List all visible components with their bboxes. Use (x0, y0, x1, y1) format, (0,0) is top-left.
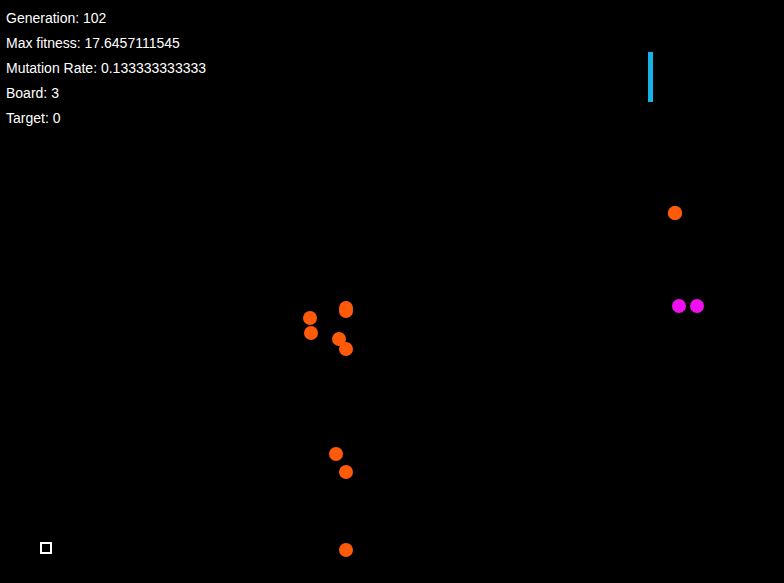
agent (690, 299, 704, 313)
hud-line: Mutation Rate: 0.133333333333 (6, 56, 784, 81)
agent (339, 543, 353, 557)
agent (329, 447, 343, 461)
agent (339, 342, 353, 356)
hud-line: Board: 3 (6, 81, 784, 106)
agent (304, 326, 318, 340)
agent (672, 299, 686, 313)
agent (668, 206, 682, 220)
game-board: Generation: 102Max fitness: 17.645711154… (0, 0, 784, 583)
agent (303, 311, 317, 325)
agent (339, 304, 353, 318)
hud-line: Generation: 102 (6, 6, 784, 31)
hud-line: Max fitness: 17.6457111545 (6, 31, 784, 56)
hud: Generation: 102Max fitness: 17.645711154… (0, 0, 784, 131)
agent (339, 465, 353, 479)
target (40, 542, 52, 554)
obstacle (648, 52, 653, 102)
hud-line: Target: 0 (6, 106, 784, 131)
